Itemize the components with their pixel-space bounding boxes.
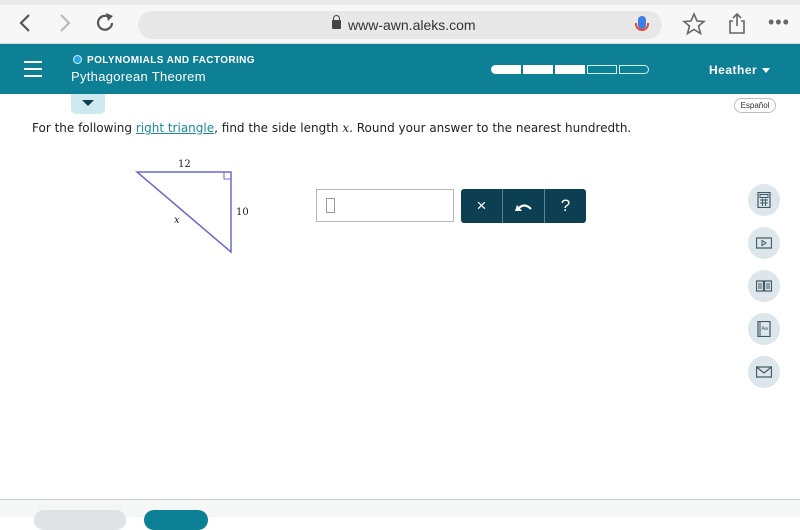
message-button[interactable] <box>748 356 780 388</box>
hamburger-icon <box>24 61 42 63</box>
question-text: For the following right triangle, find t… <box>32 121 632 135</box>
check-button[interactable] <box>144 510 208 530</box>
bookmark-button[interactable] <box>681 10 707 42</box>
caret-down-icon <box>762 68 771 74</box>
dictionary-icon: Aa <box>757 321 771 337</box>
calculator-button[interactable] <box>748 184 780 216</box>
more-button[interactable]: ••• <box>768 12 790 33</box>
reload-icon <box>96 13 114 31</box>
side-right-label: 10 <box>236 207 249 218</box>
tab-strip <box>0 0 800 5</box>
url-text: www-awn.aleks.com <box>348 17 476 33</box>
textbook-button[interactable] <box>748 270 780 302</box>
address-bar[interactable]: www-awn.aleks.com <box>138 11 662 39</box>
side-top-label: 12 <box>178 159 191 170</box>
clear-button[interactable]: × <box>461 189 503 223</box>
help-button[interactable]: ? <box>545 189 586 223</box>
video-icon <box>756 237 772 249</box>
undo-icon <box>514 203 532 211</box>
progress-segment <box>491 65 521 74</box>
explanation-button[interactable] <box>34 510 126 530</box>
progress-bar <box>491 65 649 74</box>
chevron-left-icon <box>19 14 30 32</box>
chevron-right-icon <box>60 14 71 32</box>
triangle-shape <box>134 171 232 254</box>
dictionary-button[interactable]: Aa <box>748 313 780 345</box>
input-cursor-box <box>326 198 335 213</box>
triangle-figure: 12 10 x <box>128 155 249 265</box>
star-icon <box>681 11 707 36</box>
calculator-icon <box>757 192 771 208</box>
envelope-icon <box>756 366 772 378</box>
topic-status-icon <box>73 55 82 64</box>
svg-text:Aa: Aa <box>762 326 768 332</box>
answer-input[interactable] <box>316 189 454 222</box>
progress-segment <box>555 65 585 74</box>
book-icon <box>756 280 772 292</box>
forward-button[interactable] <box>52 10 78 36</box>
lock-icon <box>332 15 341 29</box>
video-button[interactable] <box>748 227 780 259</box>
user-menu[interactable]: Heather <box>709 63 771 77</box>
share-button[interactable] <box>728 12 746 34</box>
side-toolbar: Aa <box>748 184 780 399</box>
right-angle-marker <box>223 172 231 180</box>
answer-tools: × ? <box>461 189 586 223</box>
hypotenuse-label: x <box>174 215 180 226</box>
menu-button[interactable] <box>24 61 42 77</box>
undo-button[interactable] <box>503 189 545 223</box>
progress-segment <box>619 65 649 74</box>
back-button[interactable] <box>12 10 38 36</box>
microphone-base-icon <box>635 23 649 31</box>
reload-button[interactable] <box>92 10 118 36</box>
progress-segment <box>587 65 617 74</box>
ellipsis-icon: ••• <box>768 12 790 32</box>
user-name: Heather <box>709 63 758 77</box>
progress-segment <box>523 65 553 74</box>
topic-title: POLYNOMIALS AND FACTORING <box>87 55 255 66</box>
share-icon <box>729 12 745 34</box>
triangle-diagram <box>134 171 232 254</box>
app-header: POLYNOMIALS AND FACTORING Pythagorean Th… <box>0 44 800 94</box>
lesson-title: Pythagorean Theorem <box>71 69 206 84</box>
topic-dropdown-toggle[interactable] <box>71 94 105 114</box>
language-button[interactable]: Español <box>734 98 776 113</box>
browser-toolbar: www-awn.aleks.com ••• <box>0 0 800 44</box>
right-triangle-link[interactable]: right triangle <box>136 121 214 135</box>
